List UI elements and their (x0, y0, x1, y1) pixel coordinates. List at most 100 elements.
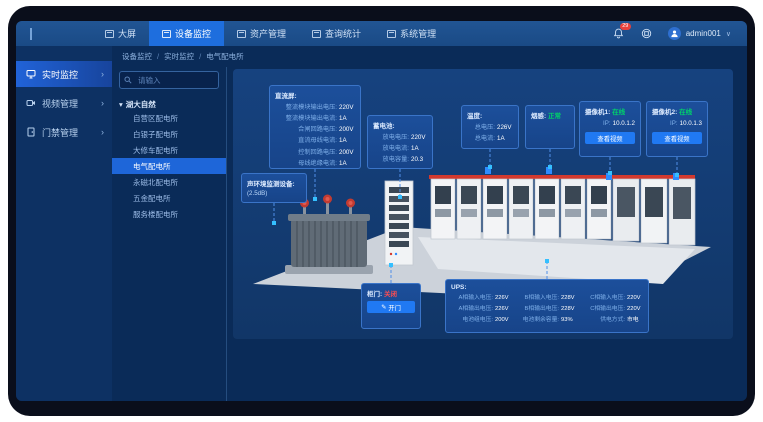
camera1-card: 摄像机1: 在线 IP:10.0.1.2 查看视频 (579, 101, 641, 157)
user-menu[interactable]: admin001 ∨ (668, 27, 731, 40)
nav-tab-dashboard[interactable]: 大屏 (92, 21, 149, 46)
card-title: 直流屏: (275, 90, 355, 100)
breadcrumb-item[interactable]: 实时监控 (164, 51, 194, 62)
chevron-right-icon: › (101, 127, 104, 137)
open-door-button[interactable]: ✎开门 (367, 301, 415, 313)
collapse-menu-icon[interactable] (16, 21, 46, 46)
search-input[interactable] (136, 75, 214, 86)
tree-item[interactable]: 五金配电所 (112, 190, 226, 206)
camera-device (673, 173, 679, 180)
camera2-card: 摄像机2: 在线 IP:10.0.1.3 查看视频 (646, 101, 708, 157)
nav-tab-label: 查询统计 (325, 27, 361, 40)
breadcrumb-item[interactable]: 设备监控 (122, 51, 152, 62)
card-title: 声环境监测设备: (247, 178, 301, 188)
card-title: 温度: (467, 110, 513, 120)
camera-device (606, 173, 612, 180)
sidebar-item-access-control[interactable]: 门禁管理 › (16, 119, 112, 145)
video-camera-icon (26, 98, 36, 108)
search-icon (124, 76, 132, 84)
noise-value: (2.5dB) (247, 190, 301, 197)
station-tree-panel: ▾ 湖大自然 自营区配电所 白银子配电所 大修车配电所 电气配电所 永磁北配电所… (112, 67, 227, 401)
chevron-down-icon: ∨ (726, 30, 731, 38)
sidebar: 实时监控 › 视频管理 › 门禁管理 › (16, 46, 112, 401)
tree-item[interactable]: 自营区配电所 (112, 110, 226, 126)
screen-icon (105, 30, 114, 38)
card-title: 摄像机2: (652, 109, 677, 116)
ups-card: UPS: A相输入电压:226V B相输入电压:228V C相输入电压:220V… (445, 279, 649, 333)
breadcrumb-separator: / (199, 52, 201, 61)
tree-item[interactable]: 大修车配电所 (112, 142, 226, 158)
notification-bell-icon[interactable]: 29 (612, 27, 626, 41)
sidebar-item-label: 视频管理 (42, 97, 78, 110)
transformer (285, 195, 373, 275)
sidebar-item-realtime-monitor[interactable]: 实时监控 › (16, 61, 112, 87)
camera2-status: 在线 (679, 109, 692, 116)
chevron-right-icon: › (101, 69, 104, 79)
tree-expander-icon: ▾ (119, 100, 123, 109)
card-title: UPS: (451, 284, 643, 291)
nav-tab-label: 系统管理 (400, 27, 436, 40)
card-title: 摄像机1: (585, 109, 610, 116)
tree-root-label: 湖大自然 (126, 99, 156, 110)
avatar (668, 27, 681, 40)
top-navbar: 大屏 设备监控 资产管理 查询统计 系统管理 29 (16, 21, 747, 46)
smoke-status: 正常 (548, 113, 561, 120)
cabinet-door-card: 柜门: 关闭 ✎开门 (361, 283, 421, 329)
main-area: 直流屏: 整流模块输出电压:220V 整流模块输出电流:1A 合闸回路电压:20… (227, 67, 747, 401)
nav-tab-label: 设备监控 (175, 27, 211, 40)
nav-tab-assets[interactable]: 资产管理 (224, 21, 299, 46)
breadcrumb-item-current: 电气配电所 (206, 51, 244, 62)
nav-tabs: 大屏 设备监控 资产管理 查询统计 系统管理 (92, 21, 449, 46)
tree-root-node[interactable]: ▾ 湖大自然 (119, 99, 219, 110)
nav-tab-system[interactable]: 系统管理 (374, 21, 449, 46)
breadcrumb: 设备监控 / 实时监控 / 电气配电所 (112, 46, 747, 67)
station-tree: ▾ 湖大自然 自营区配电所 白银子配电所 大修车配电所 电气配电所 永磁北配电所… (119, 99, 219, 222)
card-title: 烟感: (531, 113, 546, 120)
sidebar-item-label: 门禁管理 (42, 126, 78, 139)
breadcrumb-separator: / (157, 52, 159, 61)
nav-tab-label: 大屏 (118, 27, 136, 40)
chevron-right-icon: › (101, 98, 104, 108)
chart-icon (312, 30, 321, 38)
tree-search (119, 71, 219, 89)
camera2-ip: 10.0.1.3 (680, 118, 702, 129)
view-video-button[interactable]: 查看视频 (585, 132, 635, 144)
window-frame: 大屏 设备监控 资产管理 查询统计 系统管理 29 (8, 6, 755, 416)
user-name: admin001 (686, 29, 721, 38)
fullscreen-icon[interactable] (640, 27, 654, 41)
substation-3d-stage: 直流屏: 整流模块输出电压:220V 整流模块输出电流:1A 合闸回路电压:20… (233, 69, 733, 339)
camera1-status: 在线 (612, 109, 625, 116)
monitor-screen-icon (26, 69, 36, 79)
bus-card: 温度: 总电压:226V 总电流:1A (461, 105, 519, 149)
noise-monitor-card: 声环境监测设备: (2.5dB) (241, 173, 307, 203)
sidebar-item-video-management[interactable]: 视频管理 › (16, 90, 112, 116)
nav-tab-device-monitor[interactable]: 设备监控 (149, 21, 224, 46)
card-title: 柜门: (367, 291, 382, 298)
asset-icon (237, 30, 246, 38)
ups-grid: A相输入电压:226V B相输入电压:228V C相输入电压:220V A相输出… (451, 293, 643, 326)
door-icon (26, 127, 36, 137)
sensor-box (485, 167, 491, 174)
camera1-ip: 10.0.1.2 (613, 118, 635, 129)
battery-card: 蓄电池: 放电电压:220V 放电电流:1A 放电容量:20.3 (367, 115, 433, 169)
gear-icon (387, 30, 396, 38)
sensor-box (546, 167, 552, 174)
dc-panel-card: 直流屏: 整流模块输出电压:220V 整流模块输出电流:1A 合闸回路电压:20… (269, 85, 361, 169)
nav-tab-statistics[interactable]: 查询统计 (299, 21, 374, 46)
tree-item[interactable]: 永磁北配电所 (112, 174, 226, 190)
view-video-button[interactable]: 查看视频 (652, 132, 702, 144)
switchgear-row (431, 179, 695, 245)
door-status: 关闭 (384, 291, 397, 298)
notification-badge: 29 (620, 23, 631, 30)
sidebar-item-label: 实时监控 (42, 68, 78, 81)
smoke-sensor-card: 烟感: 正常 (525, 105, 575, 149)
nav-tab-label: 资产管理 (250, 27, 286, 40)
pencil-icon: ✎ (381, 304, 386, 311)
control-rack (385, 181, 413, 265)
navbar-right: 29 admin001 ∨ (612, 21, 747, 46)
tree-item[interactable]: 白银子配电所 (112, 126, 226, 142)
app-window: 大屏 设备监控 资产管理 查询统计 系统管理 29 (16, 21, 747, 401)
tree-item[interactable]: 服务楼配电所 (112, 206, 226, 222)
card-title: 蓄电池: (373, 120, 427, 130)
tree-item-selected[interactable]: 电气配电所 (112, 158, 226, 174)
